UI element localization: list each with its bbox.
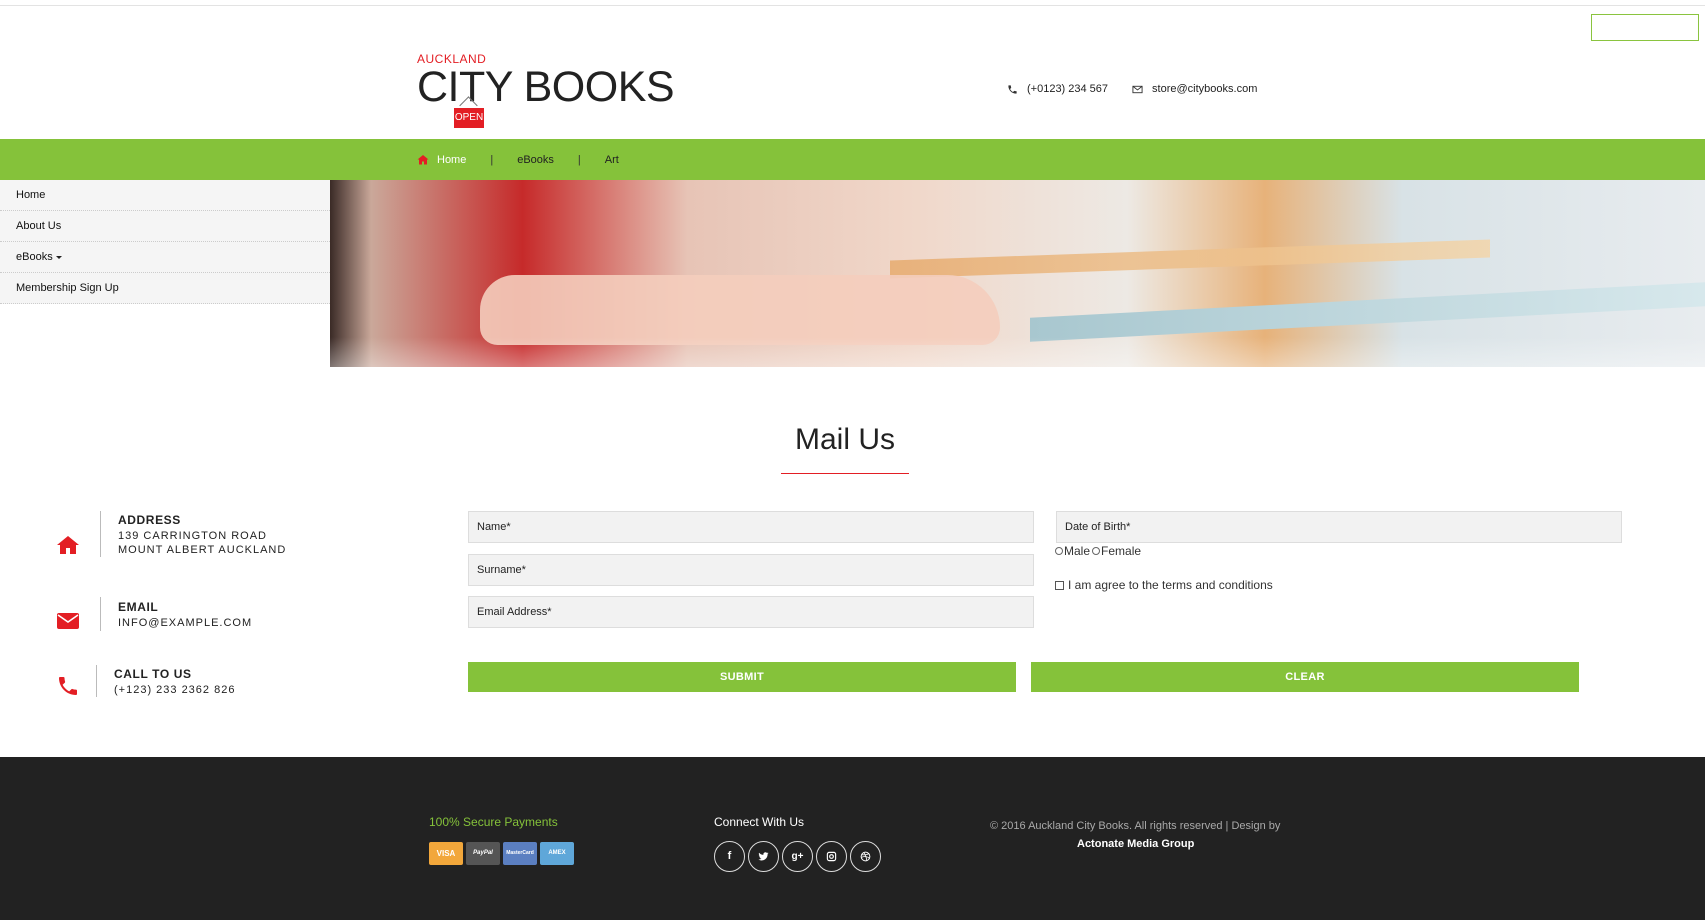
sidemenu-item-about-us[interactable]: About Us [0,211,330,242]
caret-down-icon [55,255,62,259]
designer-link[interactable]: Actonate Media Group [1077,838,1194,850]
visa-card-icon: VISA [429,842,463,865]
sidemenu-item-ebooks[interactable]: eBooks [0,242,330,273]
call-line: (+123) 233 2362 826 [114,683,236,696]
hero-banner-image [330,180,1705,367]
address-line2: MOUNT ALBERT AUCKLAND [118,543,287,556]
envelope-icon [1132,85,1143,93]
terms-agreement: I am agree to the terms and conditions [1055,578,1273,592]
payment-cards: VISA PayPal MasterCard AMEX [429,842,574,865]
radio-male[interactable] [1055,547,1063,555]
email-heading: EMAIL [118,599,159,614]
radio-female[interactable] [1092,547,1101,555]
contact-address: ADDRESS 139 CARRINGTON ROAD MOUNT ALBERT… [56,511,286,557]
logo-title: CITY BOOKS [417,63,675,111]
nav-separator: | [490,153,494,166]
facebook-icon[interactable]: f [714,841,745,872]
header-email[interactable]: store@citybooks.com [1152,83,1257,95]
sidemenu-item-home[interactable]: Home [0,180,330,211]
top-divider [0,0,1705,6]
nav-home[interactable]: Home [417,154,466,166]
nav-separator: | [577,153,581,166]
top-right-search-box[interactable] [1591,14,1699,41]
sidemenu-item-ebooks-label: eBooks [16,251,53,263]
address-heading: ADDRESS [118,512,181,527]
gender-radio-group: Male Female [1055,544,1141,558]
instagram-icon[interactable] [816,841,847,872]
date-of-birth-input[interactable]: Date of Birth* [1056,511,1622,543]
copyright-text: © 2016 Auckland City Books. All rights r… [990,820,1281,832]
call-heading: CALL TO US [114,666,192,681]
header-contact: (+0123) 234 567 store@citybooks.com [1007,83,1257,95]
home-icon [57,536,79,554]
connect-title: Connect With Us [714,815,805,829]
section-title: Mail Us [794,423,895,456]
nav-art[interactable]: Art [605,154,619,166]
payments-title: 100% Secure Payments [429,815,558,829]
side-menu: Home About Us eBooks Membership Sign Up [0,180,330,304]
mastercard-card-icon: MasterCard [503,842,537,865]
surname-input[interactable]: Surname* [468,554,1034,586]
radio-female-label: Female [1101,544,1142,558]
clear-button[interactable]: CLEAR [1031,662,1579,692]
header-phone: (+0123) 234 567 [1027,83,1109,95]
home-icon [417,155,429,165]
submit-button[interactable]: SUBMIT [468,662,1016,692]
social-links: f g+ [714,841,881,872]
radio-male-label: Male [1064,544,1091,558]
phone-icon [1008,84,1017,94]
dribbble-icon[interactable] [850,841,881,872]
contact-email: EMAIL INFO@EXAMPLE.COM [56,595,252,633]
name-input[interactable]: Name* [468,511,1034,543]
terms-label: I am agree to the terms and conditions [1068,578,1273,592]
envelope-icon [57,613,79,629]
footer: 100% Secure Payments VISA PayPal MasterC… [0,757,1705,922]
title-underline [781,473,909,474]
site-logo[interactable]: AUCKLAND CITY BOOKS OPEN [417,52,675,128]
google-plus-icon[interactable]: g+ [782,841,813,872]
contact-call: CALL TO US (+123) 233 2362 826 [56,664,235,698]
nav-home-label: Home [437,153,467,166]
phone-icon [59,677,77,695]
email-address-input[interactable]: Email Address* [468,596,1034,628]
address-line1: 139 CARRINGTON ROAD [118,529,267,542]
main-navbar: Home | eBooks | Art [0,139,1705,180]
terms-checkbox[interactable] [1055,580,1064,590]
amex-card-icon: AMEX [540,842,574,865]
logo-open-sign: OPEN [454,108,484,128]
paypal-card-icon: PayPal [466,842,500,865]
nav-ebooks[interactable]: eBooks [517,154,554,166]
twitter-icon[interactable] [748,841,779,872]
sidemenu-item-membership[interactable]: Membership Sign Up [0,273,330,304]
email-line[interactable]: INFO@EXAMPLE.COM [118,617,252,629]
